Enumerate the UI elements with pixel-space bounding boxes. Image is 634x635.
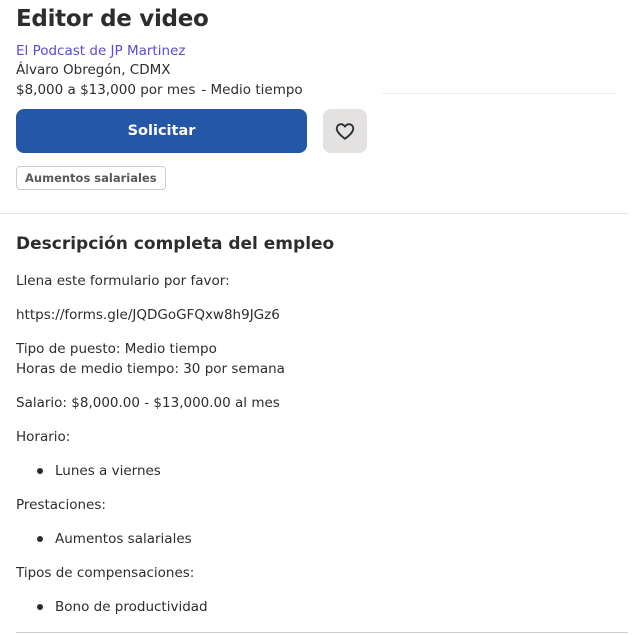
benefit-tag: Aumentos salariales	[16, 166, 166, 190]
job-actions: Solicitar	[16, 109, 367, 153]
job-type: - Medio tiempo	[201, 82, 303, 98]
job-type-line: Tipo de puesto: Medio tiempo	[16, 341, 217, 357]
benefits-label: Prestaciones:	[16, 497, 106, 513]
list-item: Lunes a viernes	[16, 461, 616, 481]
list-item: Aumentos salariales	[16, 529, 616, 549]
compensation-item: Bono de productividad	[55, 599, 208, 615]
hours-line: Horas de medio tiempo: 30 por semana	[16, 361, 285, 377]
bullet-icon	[37, 468, 43, 474]
bottom-divider	[16, 632, 628, 633]
list-item: Bono de productividad	[16, 597, 616, 617]
job-title: Editor de video	[16, 6, 209, 32]
heart-icon	[335, 123, 355, 140]
compensation-label: Tipos de compensaciones:	[16, 565, 195, 581]
salary-line: Salario: $8,000.00 - $13,000.00 al mes	[16, 395, 280, 411]
bullet-icon	[37, 604, 43, 610]
description-intro: Llena este formulario por favor:	[16, 273, 230, 289]
bullet-icon	[37, 536, 43, 542]
apply-button[interactable]: Solicitar	[16, 109, 307, 153]
form-link[interactable]: https://forms.gle/JQDGoGFQxw8h9JGz6	[16, 305, 616, 325]
company-link[interactable]: El Podcast de JP Martinez	[16, 42, 616, 60]
salary-range: $8,000 a $13,000 por mes	[16, 82, 196, 98]
job-location: Álvaro Obregón, CDMX	[16, 62, 171, 78]
schedule-label: Horario:	[16, 429, 71, 445]
save-job-button[interactable]	[323, 109, 367, 153]
job-description: Descripción completa del empleo Llena es…	[16, 232, 616, 617]
job-header: Editor de video El Podcast de JP Martine…	[16, 4, 616, 100]
salary-info: $8,000 a $13,000 por mes - Medio tiempo	[16, 80, 616, 100]
schedule-item: Lunes a viernes	[55, 463, 161, 479]
benefit-item: Aumentos salariales	[55, 531, 192, 547]
section-divider	[0, 213, 628, 214]
header-divider	[382, 93, 616, 94]
description-heading: Descripción completa del empleo	[16, 234, 335, 254]
